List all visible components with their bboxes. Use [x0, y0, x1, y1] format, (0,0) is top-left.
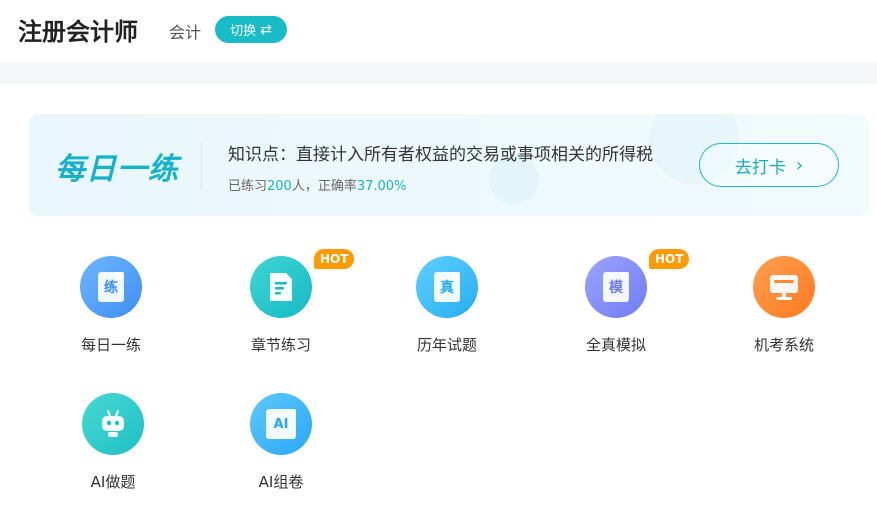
- ai-paper-icon: AI: [250, 393, 312, 455]
- ai-practice-icon: [82, 393, 144, 455]
- chevron-right-icon: ›: [795, 154, 804, 176]
- practice-stats: 已练习200人，正确率37.00%: [228, 175, 406, 194]
- chapter-practice-icon: [250, 256, 312, 318]
- stats-rate: 37.00%: [356, 179, 407, 194]
- checkin-label: 去打卡: [734, 157, 786, 178]
- daily-practice-card: 每日一练 知识点：直接计入所有者权益的交易或事项相关的所得税 已练习200人，正…: [29, 114, 869, 216]
- mock-doc-icon: 模: [603, 272, 629, 302]
- feature-label: AI组卷: [258, 473, 304, 491]
- feature-label: AI做题: [90, 473, 136, 491]
- hot-badge: HOT: [649, 249, 690, 269]
- full-mock-icon: 模: [585, 256, 647, 318]
- feature-chapter-practice[interactable]: HOT 章节练习: [226, 249, 355, 366]
- robot-icon: [102, 410, 124, 437]
- switch-subject-button[interactable]: 切换 ⇄: [215, 16, 287, 43]
- monitor-icon: [770, 275, 798, 300]
- swap-icon: ⇄: [260, 21, 272, 38]
- card-divider: [201, 142, 202, 190]
- document-lines-icon: [270, 273, 292, 301]
- computer-exam-icon: [753, 256, 815, 318]
- header: 注册会计师 会计 切换 ⇄: [0, 0, 877, 62]
- daily-practice-logo: 每日一练: [55, 152, 179, 187]
- feature-full-mock[interactable]: 模 HOT 全真模拟: [561, 249, 690, 366]
- feature-label: 章节练习: [250, 336, 311, 354]
- checkin-button[interactable]: 去打卡 ›: [699, 143, 839, 187]
- stats-count: 200: [267, 179, 292, 194]
- feature-past-exams[interactable]: 真 历年试题: [392, 256, 502, 366]
- divider-band: [0, 62, 877, 84]
- feature-label: 历年试题: [416, 336, 477, 354]
- feature-label: 每日一练: [80, 336, 141, 354]
- practice-doc-icon: 练: [98, 272, 124, 302]
- feature-computer-exam[interactable]: 机考系统: [729, 256, 839, 366]
- feature-ai-practice[interactable]: AI做题: [58, 393, 168, 503]
- app-title: 注册会计师: [18, 18, 138, 46]
- page: 注册会计师 会计 切换 ⇄ 每日一练 知识点：直接计入所有者权益的交易或事项相关…: [0, 0, 877, 513]
- past-exams-icon: 真: [416, 256, 478, 318]
- feature-label: 机考系统: [753, 336, 814, 354]
- switch-label: 切换: [230, 24, 257, 39]
- feature-ai-paper[interactable]: AI AI组卷: [226, 393, 336, 503]
- ai-doc-icon: AI: [266, 409, 296, 439]
- feature-daily-practice[interactable]: 练 每日一练: [56, 256, 166, 366]
- hot-badge: HOT: [314, 249, 355, 269]
- feature-label: 全真模拟: [585, 336, 646, 354]
- knowledge-point-text: 知识点：直接计入所有者权益的交易或事项相关的所得税: [228, 145, 653, 165]
- stats-mid: 人，正确率: [291, 179, 357, 194]
- daily-practice-icon: 练: [80, 256, 142, 318]
- subject-label: 会计: [169, 23, 202, 42]
- exam-doc-icon: 真: [434, 272, 460, 302]
- stats-prefix: 已练习: [228, 179, 268, 194]
